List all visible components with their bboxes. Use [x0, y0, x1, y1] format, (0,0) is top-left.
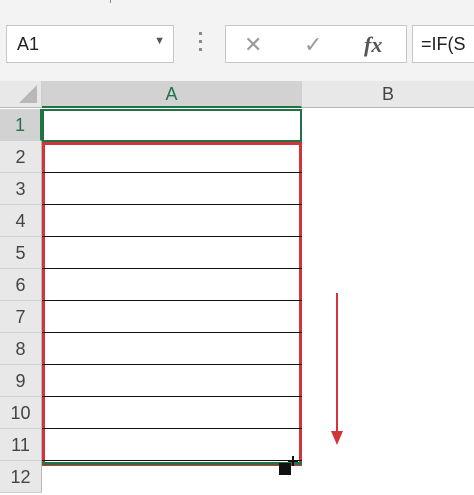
select-all-corner[interactable] [0, 81, 42, 108]
cell-b9[interactable] [302, 365, 474, 397]
row-header-3[interactable]: 3 [0, 173, 42, 205]
column-header-b[interactable]: B [302, 81, 474, 108]
row-header-11[interactable]: 11 [0, 429, 42, 461]
cell-b7[interactable] [302, 301, 474, 333]
row-header-1[interactable]: 1 [0, 109, 42, 141]
row-header-8[interactable]: 8 [0, 333, 42, 365]
cell-b6[interactable] [302, 269, 474, 301]
name-box-value: A1 [17, 34, 40, 54]
cell-a8[interactable] [42, 333, 302, 365]
formula-bar: A1 ▼ ✕ ✓ fx =IF(S [0, 8, 474, 81]
row-header-6[interactable]: 6 [0, 269, 42, 301]
row-header-9[interactable]: 9 [0, 365, 42, 397]
name-box[interactable]: A1 ▼ [6, 25, 174, 63]
row-header-2[interactable]: 2 [0, 141, 42, 173]
cell-a3[interactable] [42, 173, 302, 205]
cell-b3[interactable] [302, 173, 474, 205]
cell-a4[interactable] [42, 205, 302, 237]
cell-a2[interactable] [42, 141, 302, 173]
cell-b10[interactable] [302, 397, 474, 429]
cell-b11[interactable] [302, 429, 474, 461]
cell-b12[interactable] [302, 461, 474, 493]
cell-a1[interactable] [42, 109, 302, 141]
spreadsheet-grid: A B 1 2 3 4 5 6 7 8 9 10 11 12 [0, 81, 474, 495]
cell-b4[interactable] [302, 205, 474, 237]
cell-a12[interactable] [42, 461, 302, 493]
formula-input[interactable]: =IF(S [412, 25, 474, 63]
cell-b5[interactable] [302, 237, 474, 269]
cell-a10[interactable] [42, 397, 302, 429]
cell-a7[interactable] [42, 301, 302, 333]
formula-text: =IF(S [421, 34, 466, 54]
chevron-down-icon[interactable]: ▼ [154, 35, 165, 47]
row-header-12[interactable]: 12 [0, 461, 42, 493]
cancel-icon[interactable]: ✕ [244, 32, 262, 58]
cell-a5[interactable] [42, 237, 302, 269]
formula-bar-grip[interactable] [197, 32, 203, 58]
cell-a6[interactable] [42, 269, 302, 301]
insert-function-icon[interactable]: fx [364, 32, 382, 58]
cell-a11[interactable] [42, 429, 302, 461]
ribbon-edge [0, 0, 474, 8]
column-header-a[interactable]: A [42, 81, 302, 108]
formula-buttons: ✕ ✓ fx [225, 25, 407, 63]
cell-a9[interactable] [42, 365, 302, 397]
enter-icon[interactable]: ✓ [304, 32, 322, 58]
row-header-10[interactable]: 10 [0, 397, 42, 429]
cell-b8[interactable] [302, 333, 474, 365]
row-header-4[interactable]: 4 [0, 205, 42, 237]
row-header-5[interactable]: 5 [0, 237, 42, 269]
cell-b1[interactable] [302, 109, 474, 141]
row-header-7[interactable]: 7 [0, 301, 42, 333]
cell-b2[interactable] [302, 141, 474, 173]
